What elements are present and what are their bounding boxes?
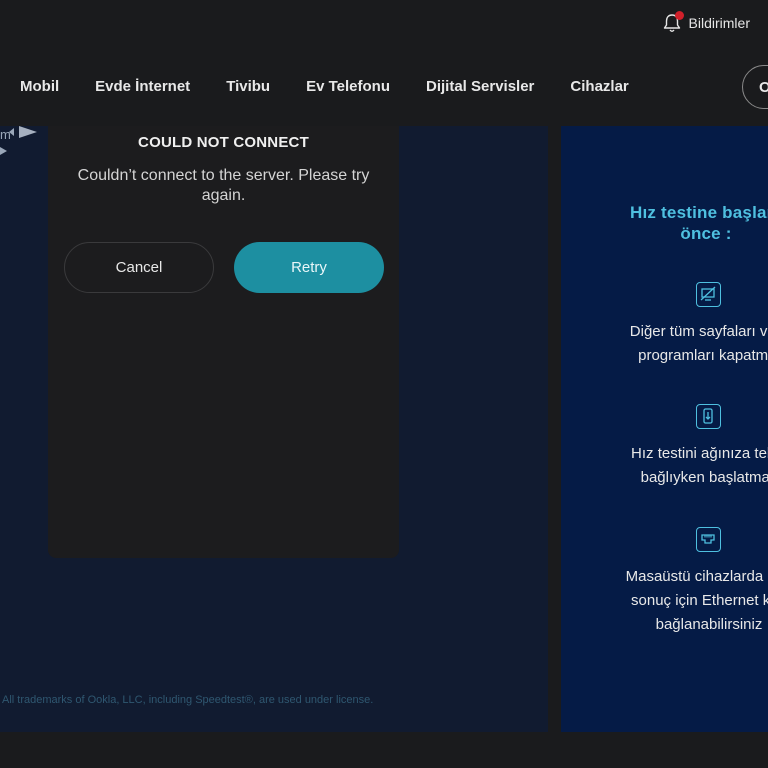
nav-item-dijital-servisler[interactable]: Dijital Servisler (426, 78, 534, 95)
nav-item-mobil[interactable]: Mobil (20, 78, 59, 95)
tip-2-line2: bağlıyken başlatmalı (640, 469, 768, 486)
error-dialog: COULD NOT CONNECT Couldn’t connect to th… (48, 126, 399, 558)
tip-single-device: Hız testini ağınıza tek b bağlıyken başl… (561, 442, 768, 490)
tips-title: Hız testine başlam önce : (561, 202, 768, 244)
bottom-strip (0, 732, 768, 768)
tip-close-programs: Diğer tüm sayfaları ve d programları kap… (561, 320, 768, 368)
main-nav: Mobil Evde İnternet Tivibu Ev Telefonu D… (0, 46, 768, 126)
tips-title-line1: Hız testine başlam (630, 203, 768, 222)
tips-panel: Hız testine başlam önce : Diğer tüm sayf… (561, 126, 768, 732)
notifications-button[interactable]: Bildirimler (661, 10, 750, 36)
notification-badge (674, 11, 684, 20)
tip-ethernet: Masaüstü cihazlarda dah sonuç için Ether… (561, 565, 768, 637)
deco-text: m (0, 127, 11, 142)
tip-1-line1: Diğer tüm sayfaları ve d (629, 323, 768, 340)
retry-button[interactable]: Retry (234, 242, 384, 293)
notifications-label: Bildirimler (688, 15, 750, 31)
speedtest-logo-fragment: m (0, 126, 40, 166)
nav-item-cihazlar[interactable]: Cihazlar (570, 78, 628, 95)
tip-3-line1: Masaüstü cihazlarda dah (625, 568, 768, 585)
tip-1-line2: programları kapatmal (638, 347, 768, 364)
dialog-message: Couldn’t connect to the server. Please t… (77, 167, 370, 204)
top-bar: Bildirimler (0, 0, 768, 46)
dialog-title: COULD NOT CONNECT (138, 134, 309, 151)
tip-3-line3: bağlanabilirsiniz (655, 616, 763, 633)
speedtest-area: m COULD NOT CONNECT Couldn’t connect to … (0, 126, 548, 732)
tip-2-line1: Hız testini ağınıza tek b (631, 445, 768, 462)
phone-download-icon (696, 404, 721, 429)
nav-item-ev-telefonu[interactable]: Ev Telefonu (306, 78, 390, 95)
nav-item-tivibu[interactable]: Tivibu (226, 78, 270, 95)
cancel-button[interactable]: Cancel (64, 242, 214, 293)
nav-pill-button[interactable]: O (742, 65, 768, 109)
ethernet-port-icon (696, 527, 721, 552)
nav-item-evde-internet[interactable]: Evde İnternet (95, 78, 190, 95)
tips-title-line2: önce : (680, 224, 732, 243)
trademark-notice: All trademarks of Ookla, LLC, including … (2, 694, 374, 706)
bell-icon (661, 11, 684, 34)
tip-3-line2: sonuç için Ethernet kab (631, 592, 768, 609)
monitor-off-icon (696, 282, 721, 307)
